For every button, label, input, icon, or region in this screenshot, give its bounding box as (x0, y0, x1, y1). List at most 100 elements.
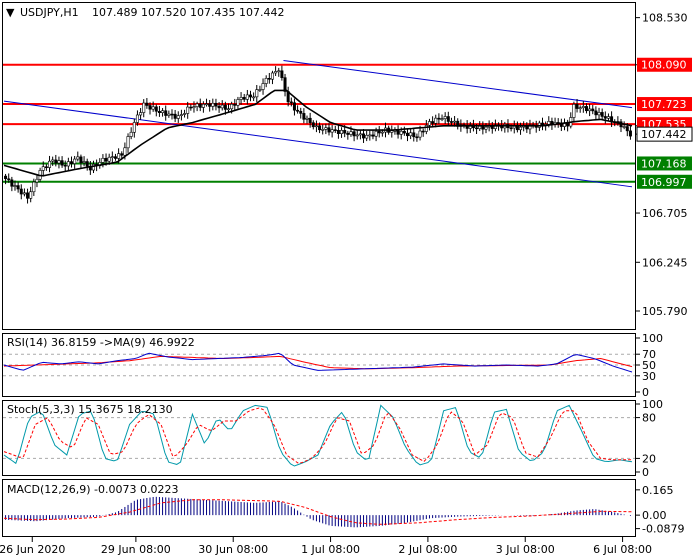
candle (597, 107, 601, 120)
candle (239, 92, 243, 105)
candle-body (449, 121, 453, 123)
candle-body (167, 113, 171, 116)
candle (242, 93, 246, 102)
stoch-tick-label: 20 (642, 452, 656, 465)
candle-body (164, 110, 168, 116)
symbol-label: USDJPY,H1 (20, 6, 79, 19)
candle (355, 129, 359, 140)
candle-body (336, 129, 340, 134)
candle (233, 98, 237, 111)
candle-body (192, 106, 196, 109)
candle (129, 127, 133, 140)
candle (346, 130, 350, 140)
candle (443, 112, 447, 124)
candle-body (16, 185, 20, 190)
candle (176, 111, 180, 123)
candle (340, 127, 344, 138)
candle-body (588, 108, 592, 112)
candle (572, 101, 576, 123)
candle (308, 112, 312, 128)
macd-signal-line (3, 499, 633, 525)
trendline-1[interactable] (283, 59, 633, 109)
candle-body (22, 192, 26, 195)
candle (208, 99, 212, 112)
candle-body (91, 164, 95, 171)
candle-body (594, 110, 598, 116)
candle (427, 118, 431, 131)
candle-body (201, 103, 205, 108)
candle (192, 101, 196, 113)
candle-body (217, 105, 221, 109)
candle (173, 109, 177, 123)
candle (566, 119, 570, 132)
candle-body (104, 157, 108, 162)
candle (29, 186, 33, 203)
candle (299, 107, 303, 119)
candle-body (183, 113, 187, 115)
candle-body (415, 136, 419, 139)
candle-body (258, 89, 262, 91)
candle-body (10, 179, 14, 187)
candle-body (214, 102, 218, 107)
candle (189, 104, 193, 111)
candle-body (60, 160, 64, 166)
candle (541, 117, 545, 131)
candle (456, 118, 460, 130)
candle-body (324, 127, 328, 130)
candle (267, 72, 271, 84)
candle-body (270, 72, 274, 80)
candle (465, 120, 469, 134)
stoch-tick-label: 0 (642, 466, 649, 479)
candle (261, 78, 265, 95)
candle (252, 92, 256, 101)
time-tick-label: 30 Jun 08:00 (198, 543, 268, 556)
candle-body (280, 70, 284, 78)
candle (402, 126, 406, 136)
candle (302, 108, 306, 124)
candle (321, 124, 325, 135)
candle (110, 151, 114, 163)
candle-body (205, 103, 209, 106)
candle-body (362, 133, 366, 139)
candle-body (484, 126, 488, 130)
price-tick-label: 106.245 (642, 256, 688, 269)
candle (415, 133, 419, 142)
candle (358, 130, 362, 140)
candle-body (248, 94, 252, 98)
stoch-label: Stoch(5,3,3) 15.3675 18.2130 (7, 403, 173, 416)
candle-body (230, 103, 234, 110)
candle (600, 108, 604, 120)
candle (26, 188, 30, 204)
rsi-tick-label: 100 (642, 332, 663, 345)
candle (214, 98, 218, 111)
level-price-label-1: 107.723 (641, 98, 687, 111)
candle (296, 105, 300, 114)
time-tick-label: 3 Jul 08:00 (496, 543, 555, 556)
candle-body (402, 130, 406, 134)
candle-body (418, 130, 422, 138)
candle (73, 155, 77, 169)
candle (255, 85, 259, 103)
candle-body (277, 70, 281, 73)
symbol-arrow-icon[interactable]: ▼ (6, 6, 15, 19)
candle (628, 126, 632, 140)
candle (22, 188, 26, 197)
candle (412, 127, 416, 142)
candle-body (349, 131, 353, 135)
candle (198, 98, 202, 112)
candle-body (622, 126, 626, 128)
candle (126, 133, 130, 153)
candle-body (223, 104, 227, 110)
candle (16, 181, 20, 193)
candle-body (117, 153, 121, 159)
time-tick-label: 26 Jun 2020 (0, 543, 65, 556)
time-tick-label: 29 Jun 08:00 (101, 543, 171, 556)
candle (51, 156, 55, 166)
candle (60, 156, 64, 168)
candle-body (239, 97, 243, 100)
price-tick-label: 105.790 (642, 305, 688, 318)
candle (154, 104, 158, 117)
candle (113, 153, 117, 161)
candle-body (54, 159, 58, 164)
candle-body (374, 130, 378, 137)
